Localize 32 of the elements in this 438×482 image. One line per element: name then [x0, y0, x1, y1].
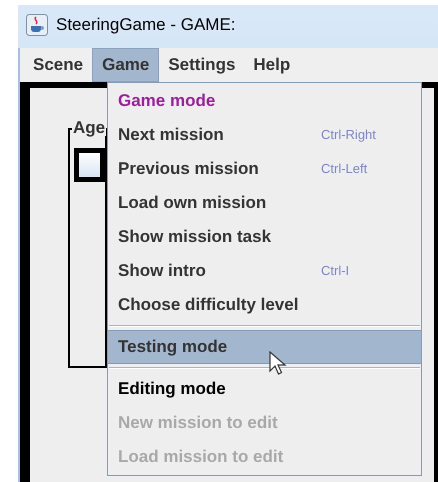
menu-bar-item[interactable]: Game: [92, 48, 160, 82]
menu-item[interactable]: Show intro Ctrl-I: [108, 254, 421, 288]
menu-item[interactable]: Next mission Ctrl-Right: [108, 118, 421, 152]
menu-item[interactable]: Editing mode: [108, 372, 421, 406]
menu-bar-item[interactable]: Settings: [159, 48, 244, 82]
menu-item-label: Choose difficulty level: [118, 294, 298, 316]
menu-item-label: Show intro: [118, 260, 206, 282]
menu-item[interactable]: Choose difficulty level: [108, 288, 421, 322]
menu-item-label: Editing mode: [118, 378, 226, 400]
menu-item-label: Game mode: [118, 90, 216, 112]
shortcut-label: Ctrl-Right: [321, 126, 377, 144]
shortcut-label: Ctrl-I: [321, 262, 350, 280]
window-title: SteeringGame - GAME:: [56, 14, 236, 36]
menu-item-label: Show mission task: [118, 226, 272, 248]
menu-item[interactable]: Testing mode: [108, 330, 421, 364]
menu-item-label: Previous mission: [118, 158, 259, 180]
menu-item[interactable]: Previous mission Ctrl-Left: [108, 152, 421, 186]
menu-item[interactable]: Show mission task: [108, 220, 421, 254]
menu-bar-item[interactable]: Help: [244, 48, 300, 82]
mouse-pointer-icon: [269, 351, 287, 377]
menu-bar-item[interactable]: Scene: [24, 48, 92, 82]
menu-item-label: Next mission: [118, 124, 224, 146]
menu-item-label: Testing mode: [118, 336, 228, 358]
menu-item[interactable]: Load own mission: [108, 186, 421, 220]
group-label: Age: [72, 119, 106, 136]
coffee-cup-icon: [26, 14, 48, 36]
list-field[interactable]: [74, 148, 105, 182]
shortcut-label: Ctrl-Left: [321, 160, 368, 178]
menu-item-label: New mission to edit: [118, 412, 278, 434]
menu-item-label: Load mission to edit: [118, 446, 284, 468]
menu-item[interactable]: Game mode: [108, 84, 421, 118]
menu-item-label: Load own mission: [118, 192, 266, 214]
